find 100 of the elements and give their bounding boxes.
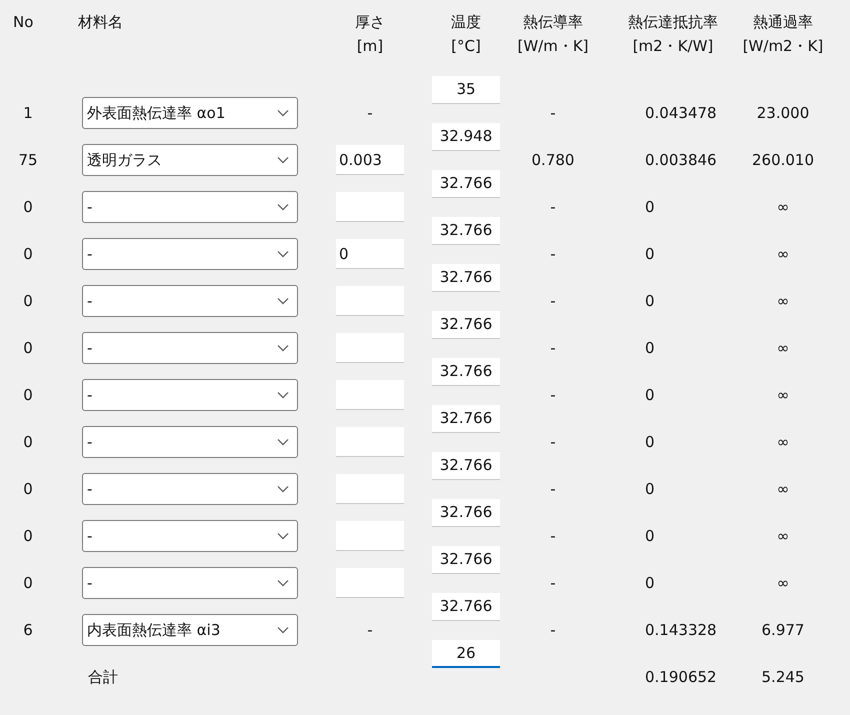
row-number: 0: [23, 198, 33, 216]
conductivity-value: -: [550, 621, 556, 639]
thickness-field[interactable]: [336, 427, 404, 457]
resistance-value: 0.143328: [645, 621, 717, 639]
thickness-field[interactable]: [336, 474, 404, 504]
material-dropdown[interactable]: -: [82, 567, 298, 599]
transmittance-value: ∞: [776, 292, 790, 310]
thickness-field[interactable]: 0: [336, 239, 404, 269]
column-header: 材料名: [78, 12, 123, 33]
row-number: 1: [23, 104, 33, 122]
temperature-field[interactable]: 32.766: [432, 404, 500, 432]
column-header: 温度: [451, 12, 481, 33]
chevron-icon: [277, 203, 289, 211]
temperature-field[interactable]: 32.766: [432, 310, 500, 338]
chevron-icon: [277, 438, 289, 446]
column-header: 熱通過率: [753, 12, 813, 33]
transmittance-value: 23.000: [756, 104, 810, 122]
total-transmittance: 5.245: [762, 668, 804, 686]
temperature-field[interactable]: 35: [432, 76, 500, 104]
material-dropdown[interactable]: -: [82, 379, 298, 411]
temperature-field[interactable]: 32.766: [432, 216, 500, 244]
thickness-value: -: [367, 104, 373, 122]
conductivity-value: -: [550, 386, 556, 404]
conductivity-value: -: [550, 574, 556, 592]
row-number: 0: [23, 339, 33, 357]
row-number: 0: [23, 480, 33, 498]
material-dropdown[interactable]: -: [82, 426, 298, 458]
transmittance-value: ∞: [776, 198, 790, 216]
thickness-field[interactable]: [336, 333, 404, 363]
conductivity-value: -: [550, 198, 556, 216]
chevron-icon: [277, 532, 289, 540]
row-number: 75: [18, 151, 38, 169]
row-number: 0: [23, 386, 33, 404]
resistance-value: 0.003846: [645, 151, 717, 169]
chevron-icon: [277, 109, 289, 117]
thickness-field[interactable]: [336, 568, 404, 598]
thickness-field[interactable]: 0.003: [336, 145, 404, 175]
column-header: No: [13, 12, 34, 33]
temperature-field[interactable]: 32.766: [432, 546, 500, 574]
resistance-value: 0.043478: [645, 104, 717, 122]
material-dropdown[interactable]: 内表面熱伝達率 αi3: [82, 614, 298, 646]
chevron-icon: [277, 250, 289, 258]
transmittance-value: 260.010: [752, 151, 814, 169]
conductivity-value: -: [550, 292, 556, 310]
thickness-field[interactable]: [336, 521, 404, 551]
conductivity-value: 0.780: [532, 151, 574, 169]
material-dropdown[interactable]: -: [82, 520, 298, 552]
total-label: 合計: [88, 668, 118, 686]
resistance-value: 0: [645, 292, 655, 310]
transmittance-value: 6.977: [762, 621, 804, 639]
resistance-value: 0: [645, 245, 655, 263]
total-resistance: 0.190652: [645, 668, 717, 686]
conductivity-value: -: [550, 480, 556, 498]
chevron-icon: [277, 626, 289, 634]
chevron-icon: [277, 485, 289, 493]
transmittance-value: ∞: [776, 527, 790, 545]
conductivity-value: -: [550, 104, 556, 122]
column-header: [m2・K/W]: [632, 36, 714, 57]
thickness-value: -: [367, 621, 373, 639]
column-header: 厚さ: [355, 12, 385, 33]
material-dropdown[interactable]: -: [82, 332, 298, 364]
material-dropdown[interactable]: -: [82, 238, 298, 270]
material-dropdown[interactable]: -: [82, 191, 298, 223]
material-dropdown[interactable]: -: [82, 473, 298, 505]
temperature-field[interactable]: 32.766: [432, 170, 500, 198]
thickness-field[interactable]: [336, 380, 404, 410]
chevron-icon: [277, 156, 289, 164]
column-header: [m]: [356, 36, 384, 57]
resistance-value: 0: [645, 574, 655, 592]
temperature-field[interactable]: 32.766: [432, 452, 500, 480]
resistance-value: 0: [645, 339, 655, 357]
chevron-icon: [277, 579, 289, 587]
temperature-field[interactable]: 32.766: [432, 498, 500, 526]
temperature-field[interactable]: 32.766: [432, 592, 500, 620]
row-number: 6: [23, 621, 33, 639]
conductivity-value: -: [550, 245, 556, 263]
temperature-field[interactable]: 32.766: [432, 358, 500, 386]
conductivity-value: -: [550, 339, 556, 357]
temperature-field[interactable]: 32.766: [432, 264, 500, 292]
transmittance-value: ∞: [776, 480, 790, 498]
temperature-field[interactable]: 26: [432, 640, 500, 668]
material-dropdown[interactable]: 外表面熱伝達率 αo1: [82, 97, 298, 129]
conductivity-value: -: [550, 527, 556, 545]
material-dropdown[interactable]: -: [82, 285, 298, 317]
resistance-value: 0: [645, 198, 655, 216]
material-dropdown[interactable]: 透明ガラス: [82, 144, 298, 176]
transmittance-value: ∞: [776, 386, 790, 404]
chevron-icon: [277, 297, 289, 305]
thickness-field[interactable]: [336, 286, 404, 316]
transmittance-value: ∞: [776, 339, 790, 357]
column-header: 熱伝達抵抗率: [628, 12, 718, 33]
row-number: 0: [23, 292, 33, 310]
transmittance-value: ∞: [776, 433, 790, 451]
temperature-field[interactable]: 32.948: [432, 122, 500, 150]
row-number: 0: [23, 574, 33, 592]
resistance-value: 0: [645, 433, 655, 451]
resistance-value: 0: [645, 386, 655, 404]
column-header: 熱伝導率: [523, 12, 583, 33]
transmittance-value: ∞: [776, 245, 790, 263]
thickness-field[interactable]: [336, 192, 404, 222]
